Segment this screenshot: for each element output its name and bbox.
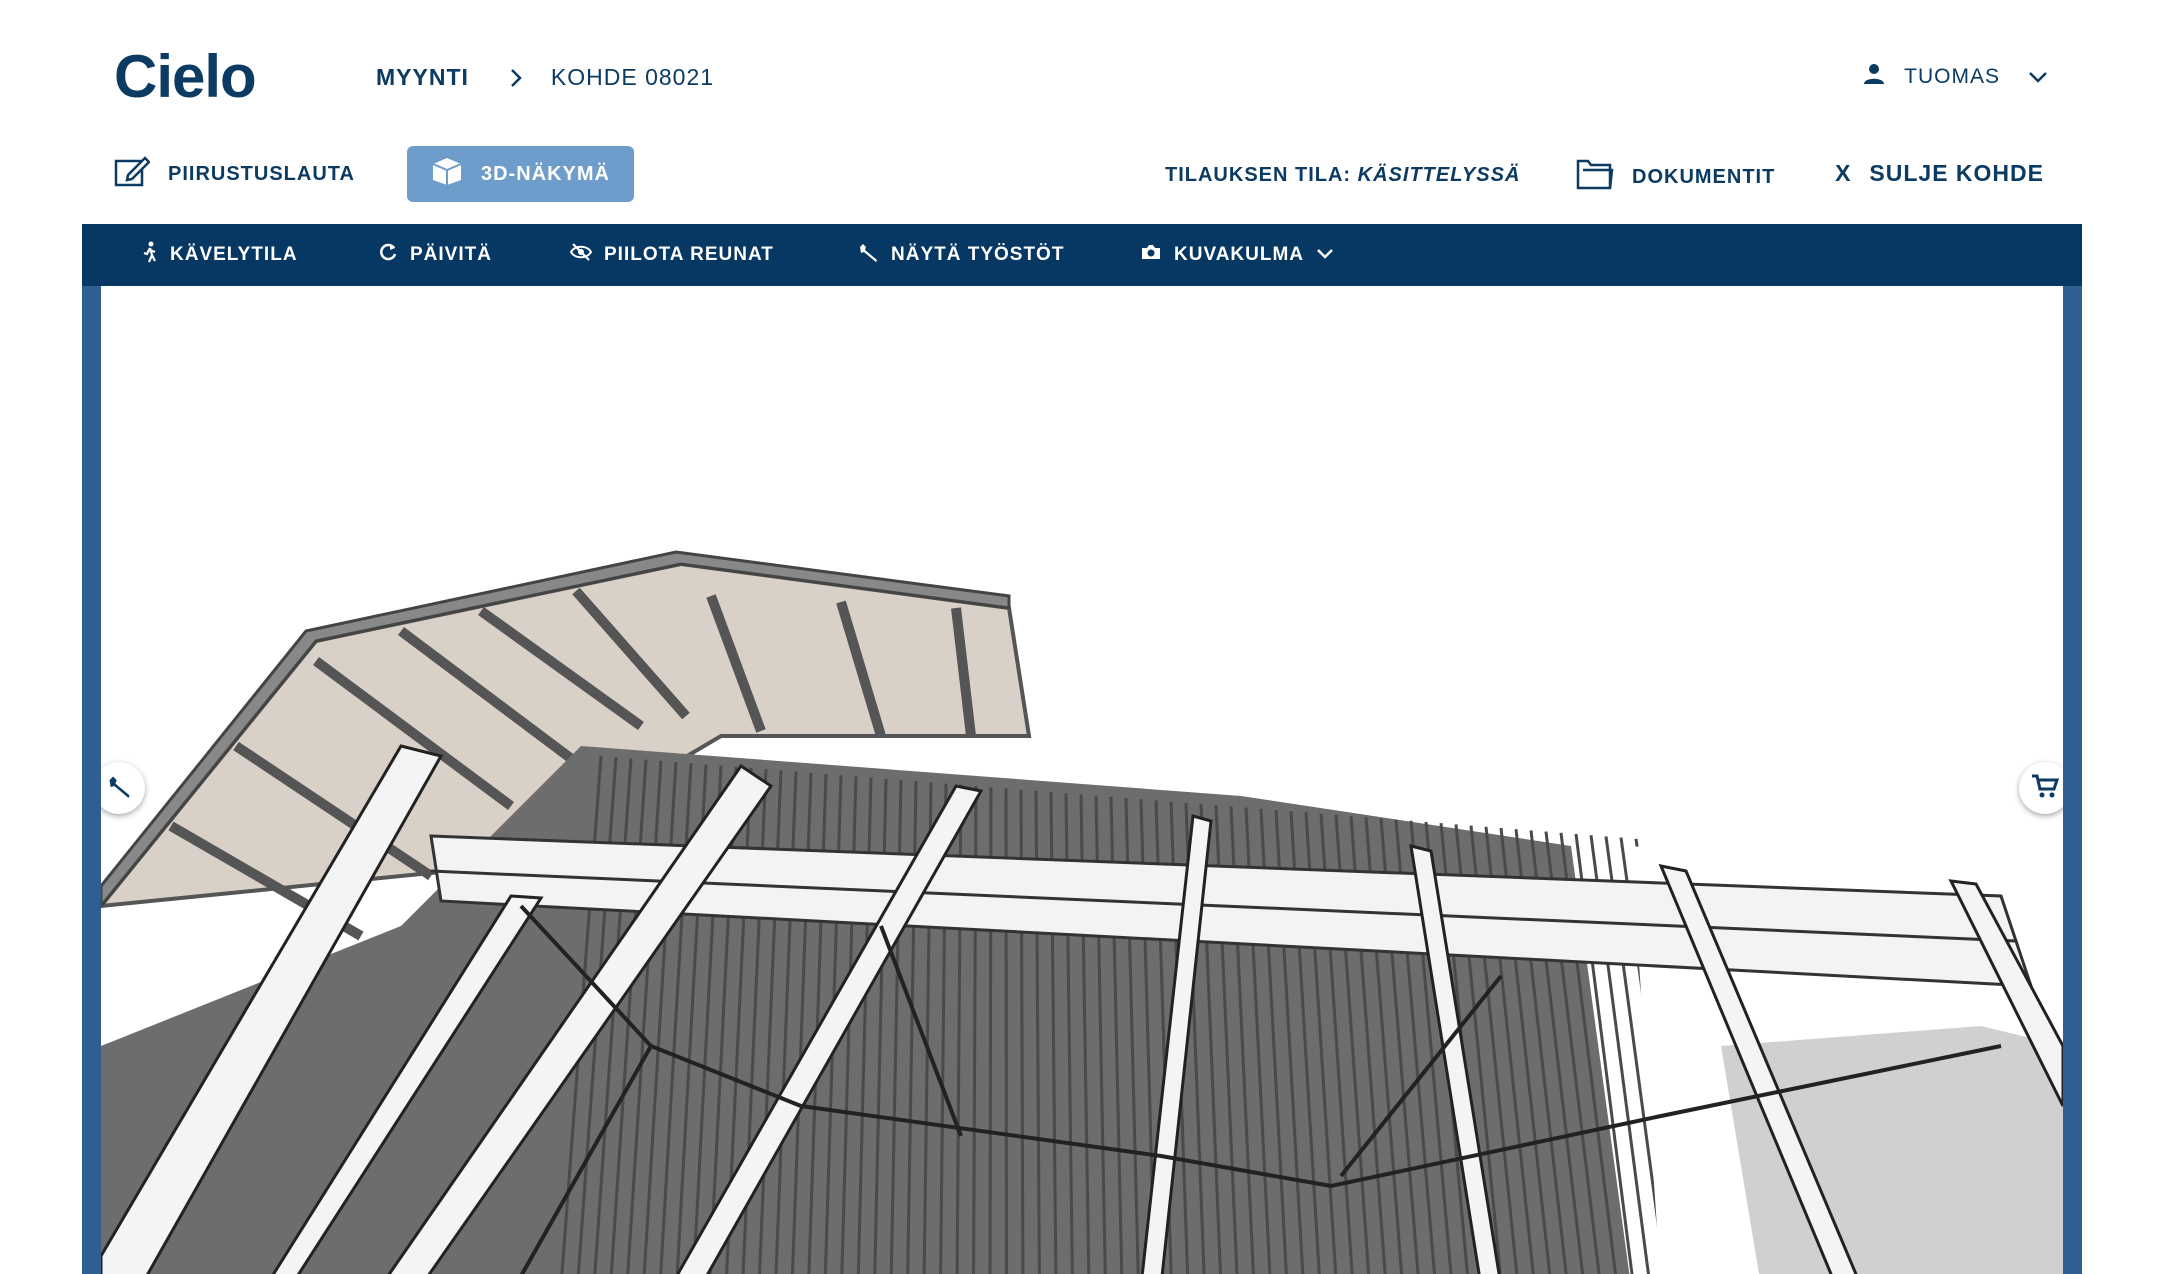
chevron-right-icon: [509, 67, 523, 89]
hide-edges-button[interactable]: PIILOTA REUNAT: [569, 224, 774, 286]
tab-label: PIIRUSTUSLAUTA: [168, 162, 355, 185]
cart-side-button[interactable]: [2019, 762, 2063, 814]
order-status-label: TILAUKSEN TILA:: [1165, 164, 1352, 186]
cube-icon: [431, 156, 463, 192]
order-status-value: KÄSITTELYSSÄ: [1357, 164, 1521, 186]
3d-canvas[interactable]: [101, 286, 2063, 1274]
walk-icon: [142, 241, 158, 269]
camera-angle-dropdown[interactable]: KUVAKULMA: [1140, 224, 1334, 286]
edit-icon: [114, 155, 151, 193]
close-project-button[interactable]: X SULJE KOHDE: [1835, 160, 2044, 187]
walk-label: KÄVELYTILA: [170, 244, 298, 265]
camera-label: KUVAKULMA: [1174, 244, 1305, 265]
close-icon: X: [1835, 160, 1852, 186]
folder-icon: [1576, 158, 1614, 196]
eye-off-icon: [569, 243, 593, 267]
close-label: SULJE KOHDE: [1869, 160, 2044, 186]
show-machining-label: NÄYTÄ TYÖSTÖT: [891, 244, 1065, 265]
hide-edges-label: PIILOTA REUNAT: [604, 244, 774, 265]
order-status: TILAUKSEN TILA: KÄSITTELYSSÄ: [1165, 164, 1520, 187]
3d-model-render: [101, 550, 2063, 1274]
app-logo[interactable]: Cielo: [114, 42, 257, 111]
show-machining-button[interactable]: NÄYTÄ TYÖSTÖT: [857, 224, 1064, 286]
walk-mode-button[interactable]: KÄVELYTILA: [142, 224, 298, 286]
wrench-icon: [106, 773, 132, 804]
refresh-button[interactable]: PÄIVITÄ: [378, 224, 492, 286]
tab-3d-view[interactable]: 3D-NÄKYMÄ: [406, 146, 634, 202]
chevron-down-icon: [2028, 71, 2048, 83]
user-name: TUOMAS: [1904, 65, 2000, 88]
user-menu[interactable]: TUOMAS: [1862, 62, 2048, 92]
breadcrumb: MYYNTI KOHDE 08021: [376, 64, 714, 91]
tab-piirustuslauta[interactable]: PIIRUSTUSLAUTA: [114, 146, 355, 202]
documents-button[interactable]: DOKUMENTIT: [1576, 158, 1775, 196]
refresh-label: PÄIVITÄ: [410, 244, 492, 265]
shopping-cart-icon: [2031, 773, 2060, 804]
wrench-icon: [857, 241, 879, 269]
documents-label: DOKUMENTIT: [1632, 165, 1776, 188]
breadcrumb-current: KOHDE 08021: [550, 64, 715, 90]
refresh-icon: [378, 242, 398, 268]
viewer-frame: [82, 286, 2082, 1274]
breadcrumb-root[interactable]: MYYNTI: [376, 64, 469, 91]
camera-icon: [1140, 243, 1162, 267]
user-icon: [1862, 62, 1886, 92]
chevron-down-icon: [1316, 244, 1334, 266]
tab-label: 3D-NÄKYMÄ: [480, 162, 610, 185]
view-tabs: PIIRUSTUSLAUTA 3D-NÄKYMÄ: [114, 146, 634, 202]
viewer-toolbar: KÄVELYTILA PÄIVITÄ PIILOTA REUNAT NÄYTÄ …: [82, 224, 2082, 286]
